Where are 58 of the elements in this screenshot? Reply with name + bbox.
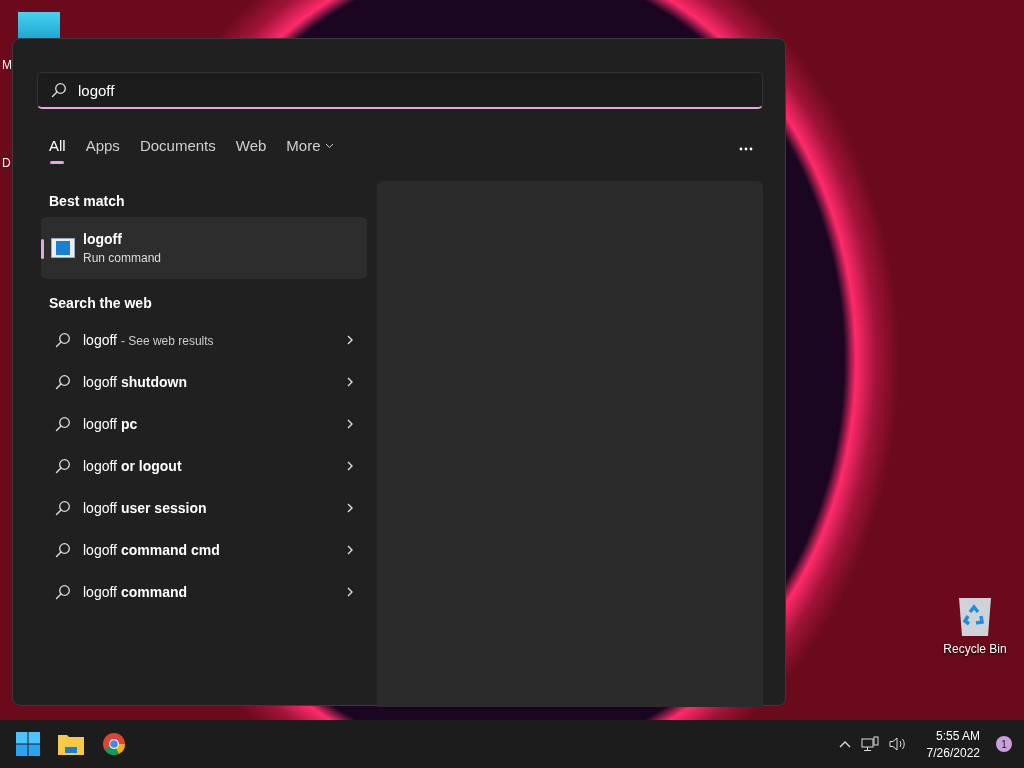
web-search-suggestion[interactable]: logoff user session: [41, 487, 367, 529]
web-search-suggestion[interactable]: logoff or logout: [41, 445, 367, 487]
suggestion-text: logoff or logout: [83, 458, 183, 474]
chevron-right-icon: [347, 587, 353, 597]
suggestion-text: logoff command cmd: [83, 542, 221, 558]
search-icon: [55, 374, 71, 390]
search-icon: [55, 458, 71, 474]
chevron-down-icon: [324, 142, 334, 149]
search-icon: [55, 416, 71, 432]
web-search-suggestion[interactable]: logoff pc: [41, 403, 367, 445]
chevron-right-icon: [347, 335, 353, 345]
network-icon[interactable]: [860, 736, 879, 752]
speaker-icon[interactable]: [888, 736, 907, 752]
search-icon: [55, 584, 71, 600]
browser-button[interactable]: [102, 732, 126, 756]
section-heading: Best match: [48, 192, 126, 211]
ellipsis-icon: [739, 147, 753, 151]
suggestion-text: logoff user session: [83, 500, 208, 516]
chevron-right-icon: [347, 461, 353, 471]
suggestion-text: logoff shutdown: [83, 374, 188, 390]
search-icon: [51, 82, 67, 98]
filter-tab[interactable]: All: [41, 133, 74, 164]
suggestion-text: logoff - See web results: [83, 332, 215, 348]
suggestion-text: logoff pc: [83, 416, 139, 432]
time-text: 5:55 AM: [935, 728, 980, 743]
search-icon: [55, 332, 71, 348]
search-icon: [55, 542, 71, 558]
chevron-up-icon[interactable]: [838, 740, 851, 748]
section-heading: Search the web: [48, 294, 153, 313]
chevron-right-icon: [347, 545, 353, 555]
filter-tab[interactable]: Web: [227, 133, 275, 164]
result-title: logoff: [83, 231, 123, 247]
filter-tab[interactable]: More: [278, 133, 342, 164]
folder-button[interactable]: [58, 733, 84, 755]
best-match-item[interactable]: logoff Run command: [41, 217, 367, 279]
filter-tab[interactable]: Apps: [77, 133, 128, 164]
chevron-right-icon: [347, 377, 353, 387]
search-field[interactable]: logoff: [37, 72, 763, 109]
desktop-icon-label: M: [2, 58, 12, 72]
clock[interactable]: 5:55 AM 7/26/2022: [926, 728, 980, 760]
start-button[interactable]: [16, 732, 40, 756]
web-search-suggestion[interactable]: logoff shutdown: [41, 361, 367, 403]
window-app-icon: [51, 238, 75, 258]
web-search-suggestion[interactable]: logoff command: [41, 571, 367, 613]
filter-tab[interactable]: Documents: [131, 133, 224, 164]
chevron-right-icon: [347, 419, 353, 429]
recycle-bin-icon[interactable]: [957, 596, 993, 638]
date-text: 7/26/2022: [926, 745, 980, 760]
search-icon: [55, 500, 71, 516]
web-search-suggestion[interactable]: logoff - See web results: [41, 319, 367, 361]
suggestion-text: logoff command: [83, 584, 188, 600]
notification-badge[interactable]: 1: [996, 736, 1012, 752]
result-subtitle: Run command: [83, 251, 162, 265]
web-search-suggestion[interactable]: logoff command cmd: [41, 529, 367, 571]
desktop-icon-label: D: [2, 156, 11, 170]
chevron-right-icon: [347, 503, 353, 513]
selection-indicator: [41, 239, 44, 259]
recycle-bin-label: Recycle Bin: [943, 642, 1007, 656]
